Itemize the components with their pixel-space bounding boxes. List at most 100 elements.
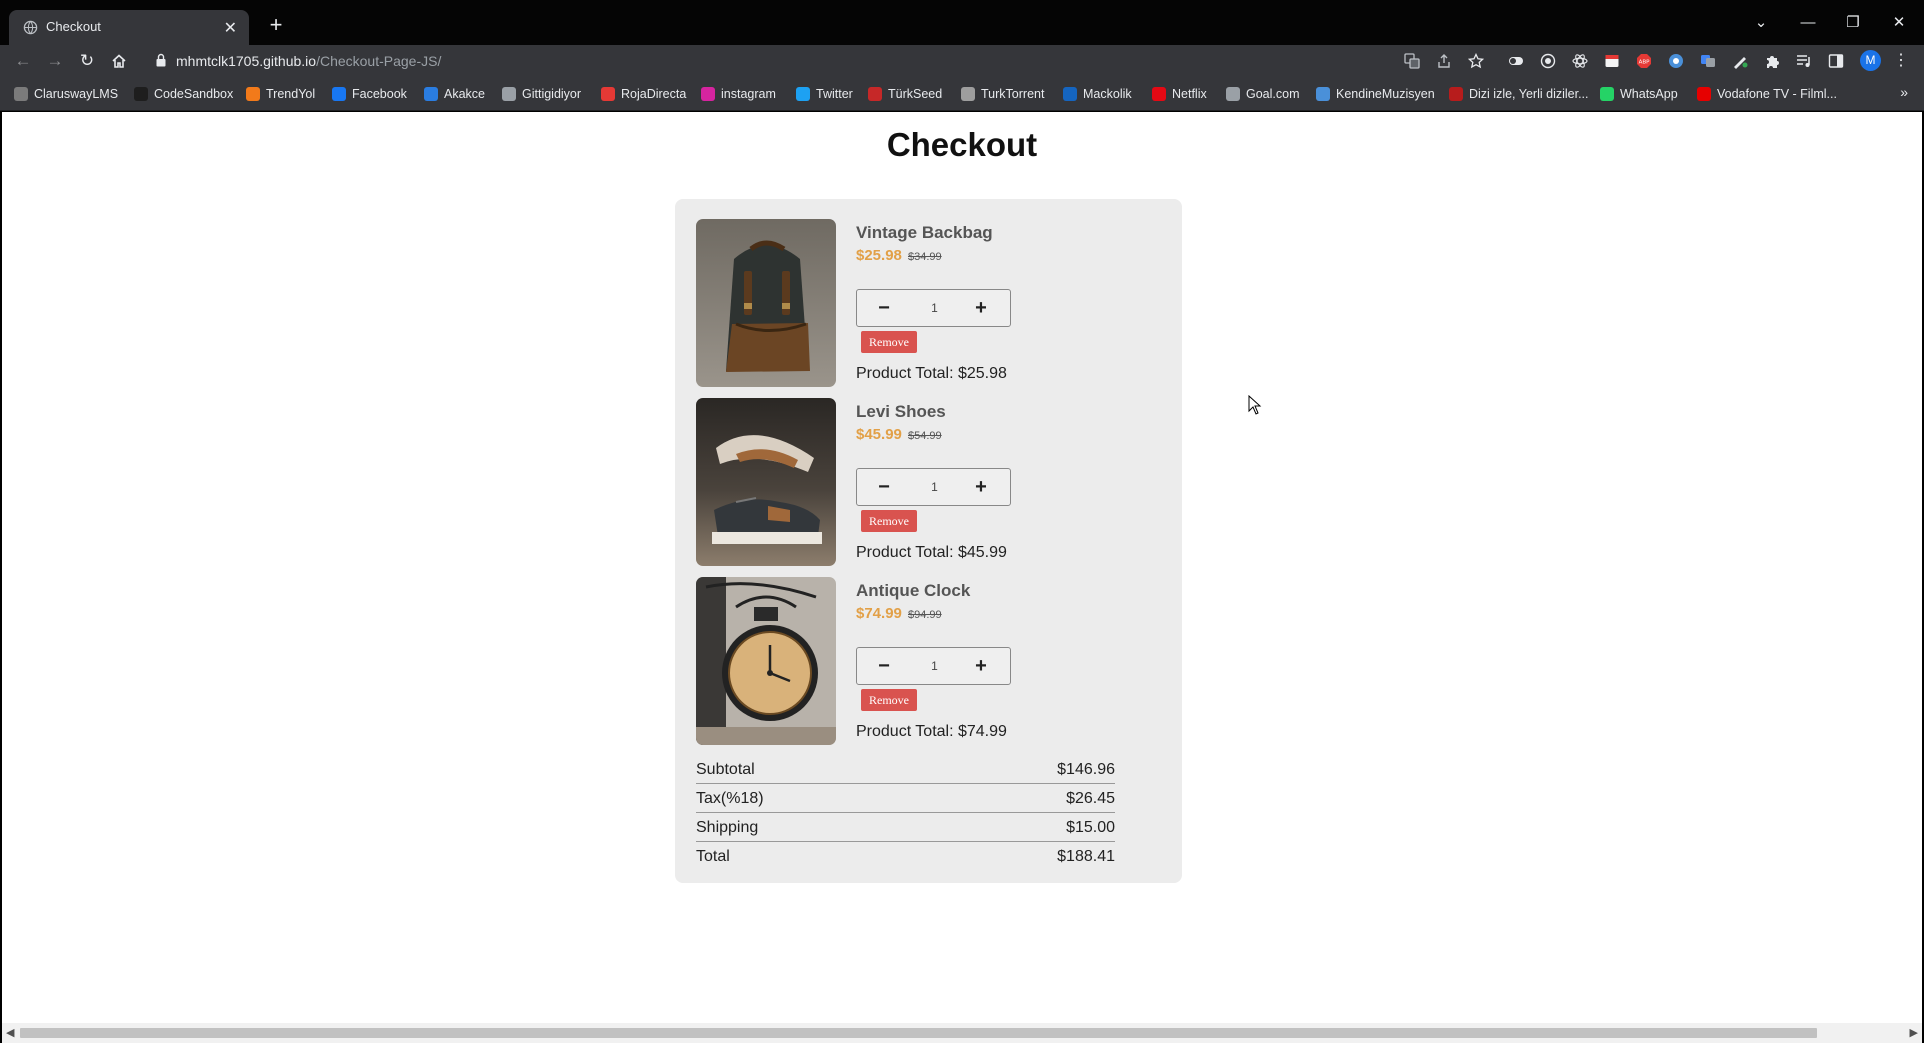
extension-react-icon[interactable] <box>1572 53 1588 69</box>
bookmarks-overflow-icon[interactable]: » <box>1900 84 1908 100</box>
shipping-label: Shipping <box>696 819 759 836</box>
decrease-quantity-button[interactable]: − <box>873 477 895 499</box>
bookmark-item[interactable]: Gittigidiyor <box>502 85 581 103</box>
decrease-quantity-button[interactable]: − <box>873 298 895 320</box>
tab-search-icon[interactable]: ⌄ <box>1746 11 1776 35</box>
restore-button[interactable]: ❐ <box>1838 11 1868 35</box>
reload-button[interactable]: ↻ <box>74 49 100 73</box>
checkout-card: Vintage Backbag $25.98 $34.99 − 1 + Remo… <box>675 199 1182 883</box>
mouse-cursor-icon <box>1248 395 1262 415</box>
bookmark-item[interactable]: instagram <box>701 85 776 103</box>
remove-button[interactable]: Remove <box>861 510 917 532</box>
scroll-right-icon[interactable]: ▶ <box>1910 1026 1918 1039</box>
bookmark-item[interactable]: Dizi izle, Yerli diziler... <box>1449 85 1589 103</box>
bookmark-item[interactable]: Vodafone TV - Filml... <box>1697 85 1837 103</box>
bookmark-label: KendineMuzisyen <box>1336 87 1435 101</box>
decrease-quantity-button[interactable]: − <box>873 656 895 678</box>
url-host: mhmtclk1705.github.io <box>176 53 317 69</box>
side-panel-icon[interactable] <box>1828 53 1844 69</box>
bookmark-label: Vodafone TV - Filml... <box>1717 87 1837 101</box>
product-name: Vintage Backbag <box>856 223 993 242</box>
extension-toggle-icon[interactable] <box>1508 53 1524 69</box>
product-old-price: $54.99 <box>908 430 942 442</box>
bookmark-label: Netflix <box>1172 87 1207 101</box>
bookmark-label: TürkSeed <box>888 87 943 101</box>
bookmark-star-icon[interactable] <box>1468 53 1484 69</box>
remove-button[interactable]: Remove <box>861 689 917 711</box>
translate-icon[interactable] <box>1404 53 1420 69</box>
media-control-icon[interactable] <box>1796 53 1812 69</box>
bookmark-item[interactable]: Netflix <box>1152 85 1207 103</box>
shipping-value: $15.00 <box>1066 819 1115 836</box>
extension-pen-icon[interactable] <box>1732 53 1748 69</box>
product-item: Vintage Backbag $25.98 $34.99 − 1 + Remo… <box>696 219 1176 389</box>
adblock-icon[interactable]: ABP <box>1636 53 1652 69</box>
bookmark-favicon-icon <box>1063 87 1077 101</box>
share-icon[interactable] <box>1436 53 1452 69</box>
bookmark-label: TrendYol <box>266 87 316 101</box>
bookmark-item[interactable]: Goal.com <box>1226 85 1300 103</box>
extension-calendar-icon[interactable] <box>1604 53 1620 69</box>
bookmark-favicon-icon <box>424 87 438 101</box>
forward-button[interactable]: → <box>42 49 68 73</box>
back-button[interactable]: ← <box>10 49 36 73</box>
increase-quantity-button[interactable]: + <box>970 477 992 499</box>
bookmark-item[interactable]: TrendYol <box>246 85 315 103</box>
horizontal-scrollbar[interactable]: ◀ ▶ <box>2 1023 1922 1043</box>
page-viewport: Checkout Vintage Backbag $25.98 $34.99 −… <box>2 112 1922 1023</box>
scrollbar-thumb[interactable] <box>20 1028 1817 1038</box>
close-window-button[interactable]: ✕ <box>1884 11 1914 35</box>
bookmark-favicon-icon <box>502 87 516 101</box>
bookmark-label: instagram <box>721 87 776 101</box>
profile-avatar[interactable]: M <box>1860 50 1881 71</box>
subtotal-value: $146.96 <box>1057 761 1115 778</box>
bookmark-favicon-icon <box>796 87 810 101</box>
increase-quantity-button[interactable]: + <box>970 298 992 320</box>
bookmark-item[interactable]: RojaDirecta <box>601 85 686 103</box>
bookmark-item[interactable]: CodeSandbox <box>134 85 233 103</box>
product-item: Levi Shoes $45.99 $54.99 − 1 + Remove Pr… <box>696 398 1176 568</box>
bookmark-item[interactable]: TurkTorrent <box>961 85 1044 103</box>
home-button[interactable] <box>106 49 132 73</box>
tab-close-icon[interactable]: ✕ <box>224 18 237 38</box>
bookmark-item[interactable]: Twitter <box>796 85 853 103</box>
tab-checkout[interactable]: Checkout ✕ <box>9 10 249 45</box>
subtotal-label: Subtotal <box>696 761 755 778</box>
bookmark-item[interactable]: WhatsApp <box>1600 85 1678 103</box>
product-price: $45.99 <box>856 426 902 443</box>
quantity-stepper: − 1 + <box>856 647 1011 685</box>
extension-target-icon[interactable] <box>1540 53 1556 69</box>
bookmark-favicon-icon <box>1226 87 1240 101</box>
scroll-left-icon[interactable]: ◀ <box>6 1026 14 1039</box>
bookmark-item[interactable]: KendineMuzisyen <box>1316 85 1435 103</box>
bookmark-item[interactable]: ClaruswayLMS <box>14 85 118 103</box>
quantity-stepper: − 1 + <box>856 468 1011 506</box>
remove-button[interactable]: Remove <box>861 331 917 353</box>
product-image-backpack <box>696 219 836 387</box>
extension-translate-icon[interactable] <box>1700 53 1716 69</box>
product-item: Antique Clock $74.99 $94.99 − 1 + Remove… <box>696 577 1176 747</box>
quantity-stepper: − 1 + <box>856 289 1011 327</box>
extensions-puzzle-icon[interactable] <box>1764 53 1780 69</box>
order-summary: Subtotal $146.96 Tax(%18) $26.45 Shippin… <box>696 755 1115 871</box>
total-value: $188.41 <box>1057 848 1115 865</box>
minimize-button[interactable]: — <box>1793 11 1823 35</box>
new-tab-button[interactable]: + <box>262 11 290 39</box>
increase-quantity-button[interactable]: + <box>970 656 992 678</box>
bookmark-item[interactable]: TürkSeed <box>868 85 942 103</box>
bookmark-favicon-icon <box>14 87 28 101</box>
quantity-value: 1 <box>931 301 938 315</box>
browser-menu-icon[interactable]: ⋮ <box>1888 49 1914 73</box>
bookmark-label: Facebook <box>352 87 407 101</box>
bookmark-item[interactable]: Facebook <box>332 85 407 103</box>
extension-circle-icon[interactable] <box>1668 53 1684 69</box>
shipping-row: Shipping $15.00 <box>696 813 1115 842</box>
page-title: Checkout <box>886 126 1038 163</box>
bookmark-item[interactable]: Mackolik <box>1063 85 1132 103</box>
bookmark-label: Dizi izle, Yerli diziler... <box>1469 87 1589 101</box>
subtotal-row: Subtotal $146.96 <box>696 755 1115 784</box>
bookmark-favicon-icon <box>1697 87 1711 101</box>
bookmark-item[interactable]: Akakce <box>424 85 485 103</box>
product-old-price: $94.99 <box>908 609 942 621</box>
bookmark-label: Twitter <box>816 87 853 101</box>
